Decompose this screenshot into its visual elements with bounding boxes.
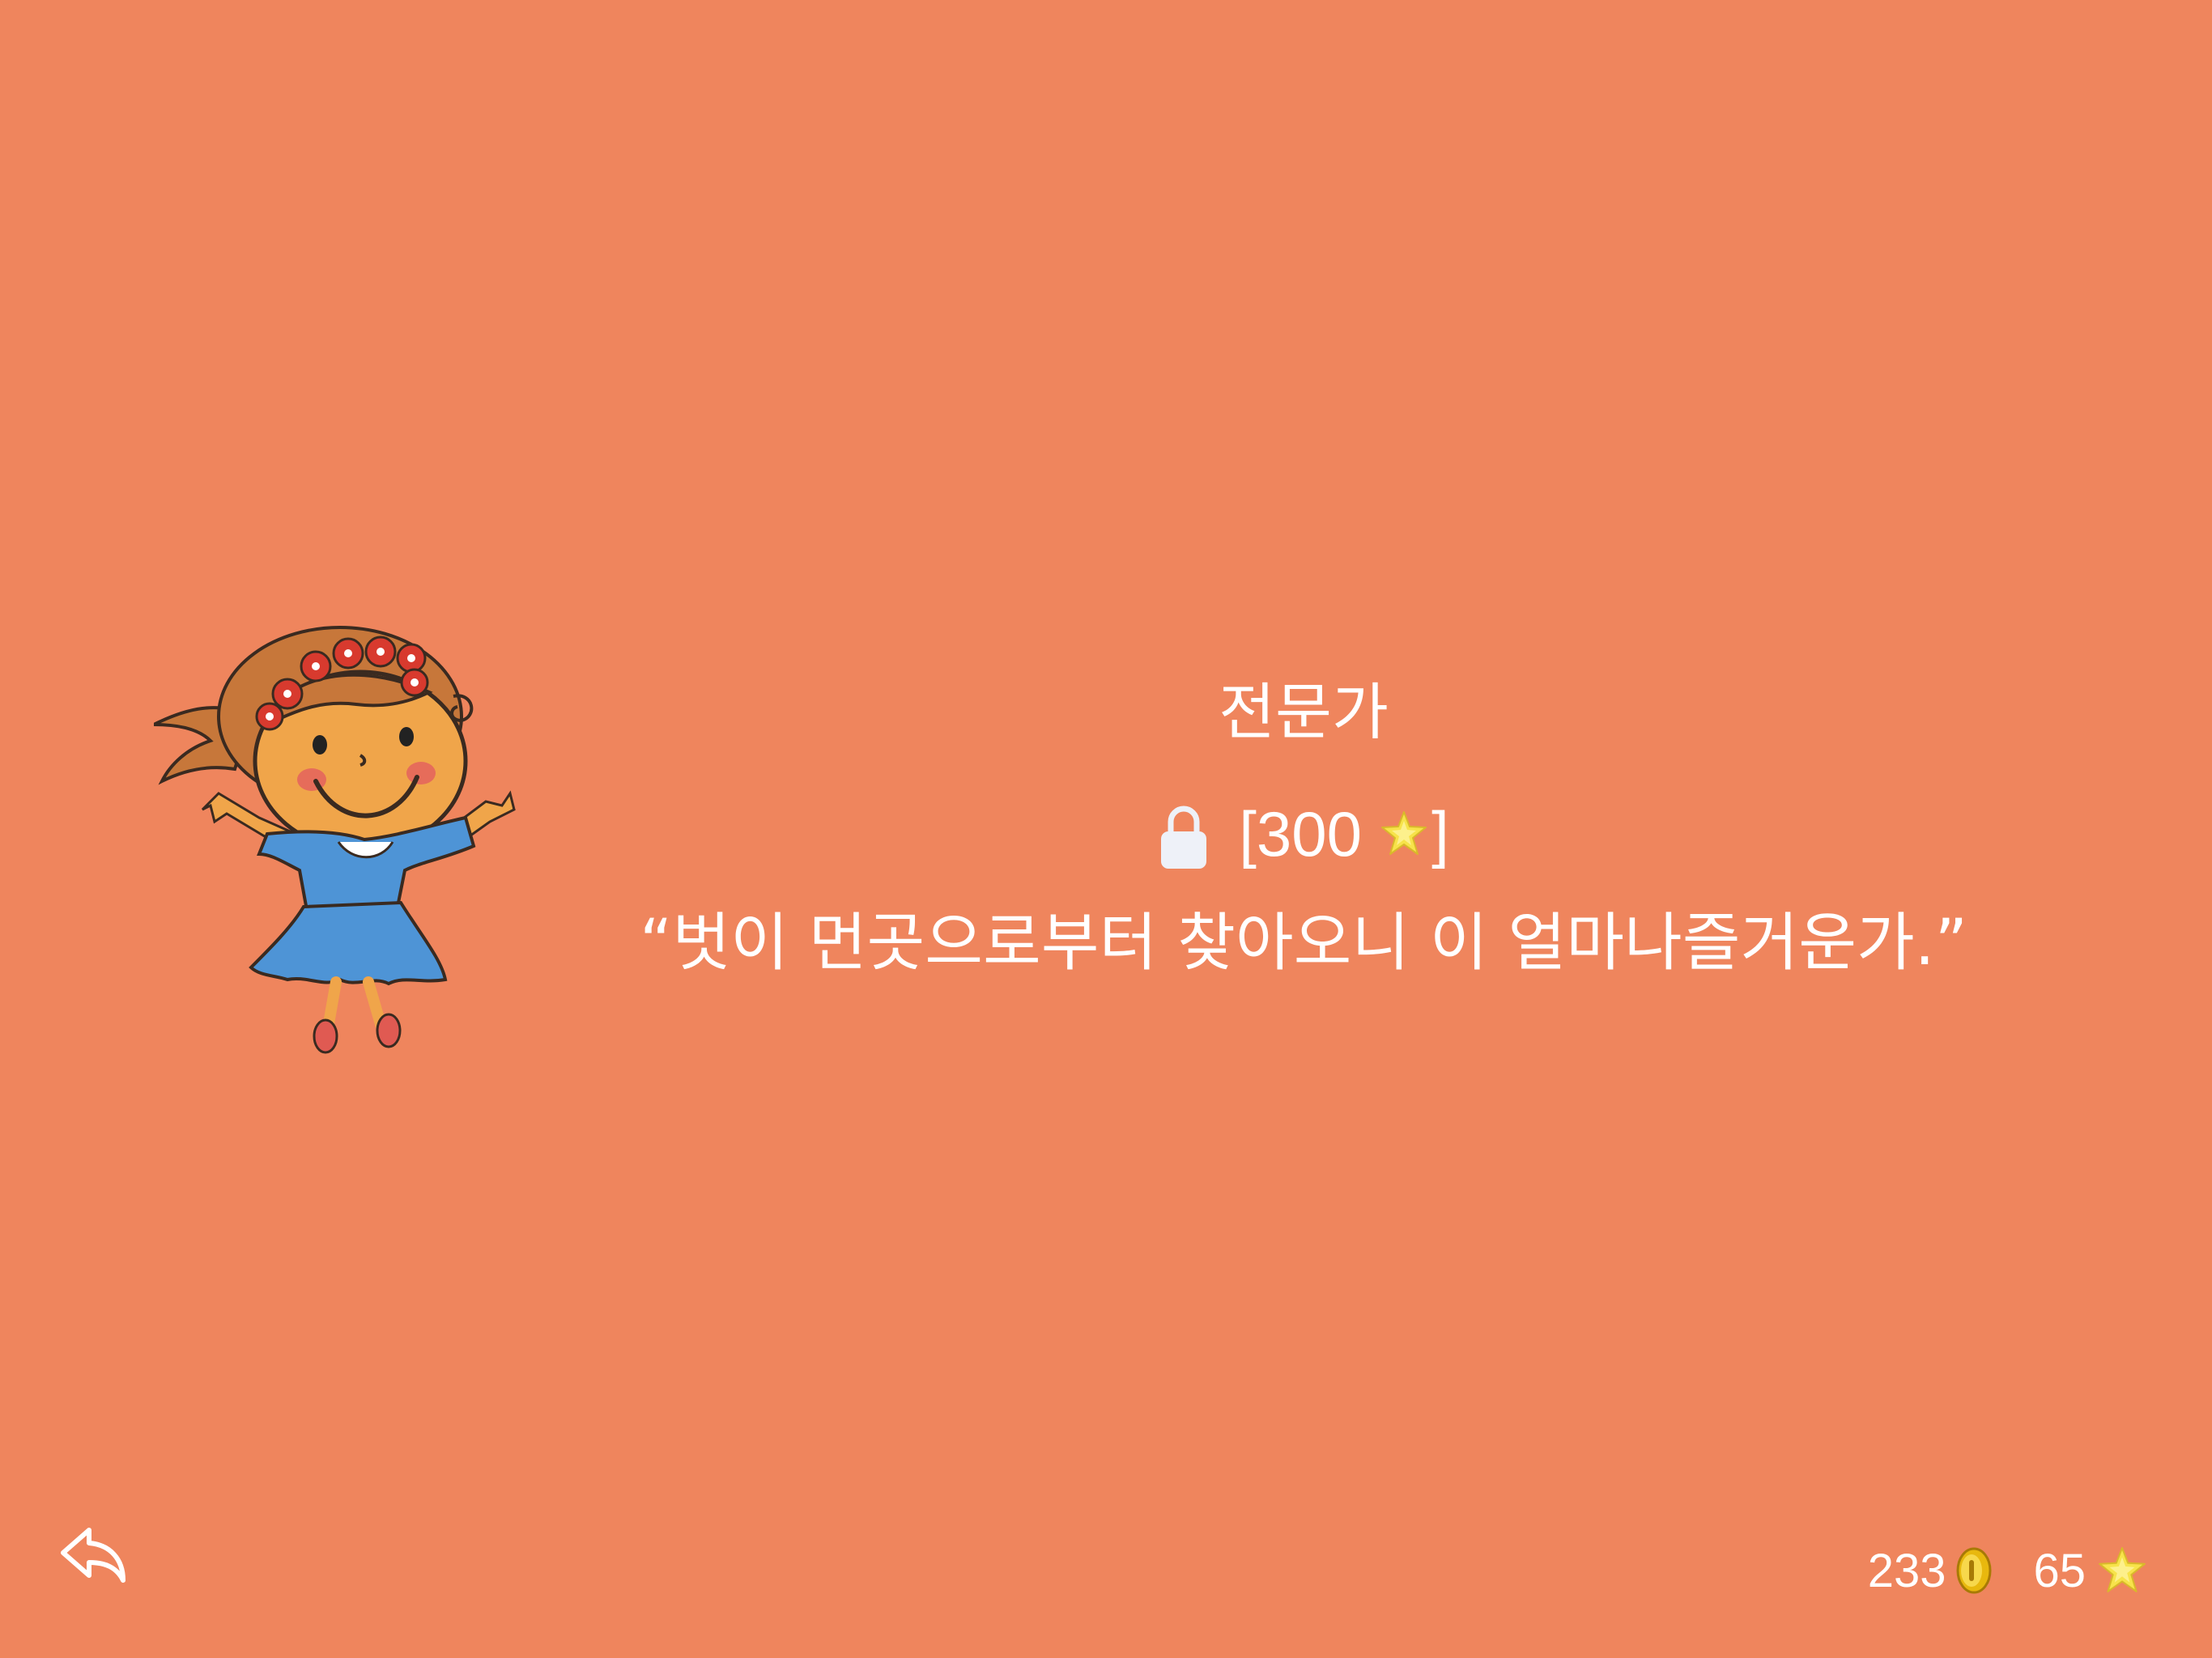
lock-icon (1161, 806, 1207, 869)
level-screen: 전문가 [ 300 ] “벗이 먼곳으로부터 찾아오니 이 얼마나즐거운가.” … (0, 0, 2212, 1658)
star-icon (1381, 811, 1427, 855)
level-title: 전문가 (1219, 676, 1389, 748)
coin-counter: 233 (1868, 1544, 1993, 1598)
star-icon (2099, 1547, 2146, 1592)
currency-counters: 233 65 (1868, 1538, 2147, 1603)
coin-icon (1956, 1547, 1992, 1594)
girl-character-illustration (154, 626, 516, 1054)
unlock-bracket-close: ] (1431, 797, 1449, 869)
reply-arrow-icon[interactable] (57, 1522, 130, 1587)
coin-count: 233 (1867, 1544, 1946, 1597)
level-quote: “벗이 먼곳으로부터 찾아오니 이 얼마나즐거운가.” (640, 907, 1967, 980)
unlock-cost: 300 (1256, 797, 1363, 869)
star-count: 65 (2033, 1544, 2086, 1597)
unlock-requirement[interactable]: [ 300 ] (891, 789, 1716, 878)
star-counter: 65 (2033, 1544, 2147, 1598)
unlock-bracket-open: [ (1239, 797, 1257, 869)
